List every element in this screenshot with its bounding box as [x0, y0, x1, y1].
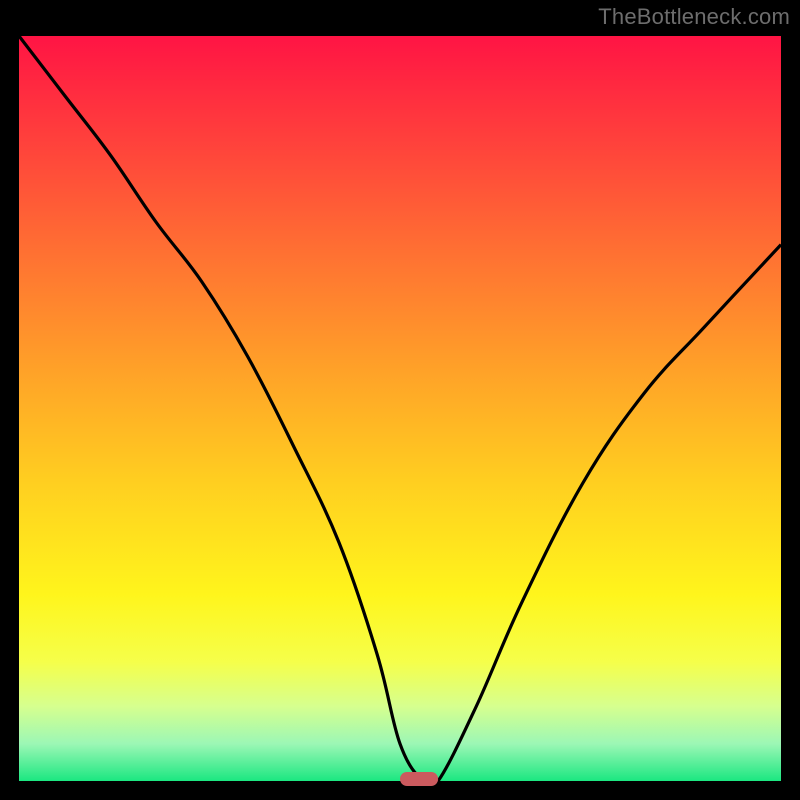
plot-background: [19, 36, 781, 781]
optimal-marker: [400, 772, 438, 786]
chart-frame: TheBottleneck.com: [0, 0, 800, 800]
chart-plot: [0, 0, 800, 800]
